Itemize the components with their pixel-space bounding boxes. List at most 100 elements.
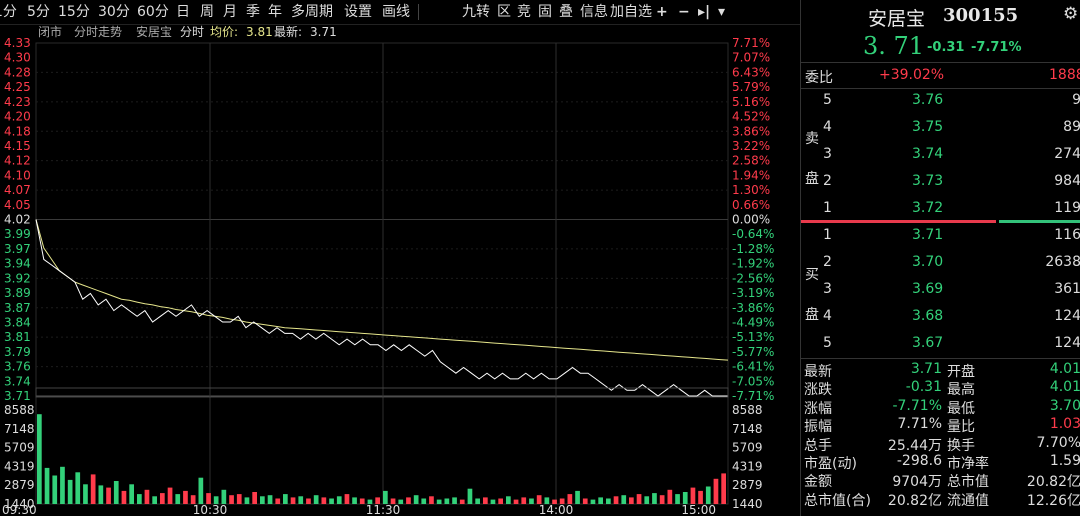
stat-label: 总市值	[947, 474, 989, 491]
price-change-pct: -7.71%	[971, 40, 1022, 55]
volume-bar	[183, 490, 188, 504]
buy-volume: 124	[1054, 335, 1080, 351]
volume-bar	[67, 479, 73, 504]
toolbar-right-item-6[interactable]: 加自选	[610, 0, 652, 24]
pct-tick-label: -5.13%	[732, 330, 774, 344]
volume-bar	[444, 498, 450, 504]
volume-bar	[529, 498, 534, 504]
chart-header-avg_label: 均价:	[210, 25, 238, 39]
volume-bar	[421, 498, 427, 504]
price-tick-label: 4.15	[4, 139, 31, 153]
stat-label: 总手	[804, 437, 832, 454]
buy-price: 3.69	[912, 281, 944, 297]
stat-value: 4.01	[1049, 379, 1080, 396]
volume-bar	[198, 477, 204, 504]
stat-value: 12.26亿	[1026, 492, 1080, 509]
stat-label: 流通值	[947, 492, 989, 509]
volume-bar	[483, 497, 488, 504]
volume-bar	[582, 498, 588, 504]
toolbar-item-4[interactable]: 60分	[137, 0, 169, 24]
toolbar-right-item-1[interactable]: 区	[497, 0, 511, 24]
pct-tick-label: -0.64%	[732, 227, 774, 241]
toolbar-right-item-2[interactable]: 竞	[517, 0, 531, 24]
volume-bar	[275, 498, 281, 504]
price-tick-label: 3.94	[4, 257, 31, 271]
buy-price: 3.67	[912, 335, 944, 351]
toolbar-item-12[interactable]: 画线	[382, 0, 410, 24]
volume-bar	[721, 473, 726, 504]
volume-bar	[336, 496, 342, 504]
volume-bar	[659, 495, 665, 504]
toolbar-item-3[interactable]: 30分	[98, 0, 130, 24]
volume-bar	[344, 494, 350, 504]
toolbar-right-item-4[interactable]: 叠	[559, 0, 573, 24]
volume-bar	[60, 466, 65, 504]
volume-bar	[206, 493, 211, 504]
toolbar-right-item-3[interactable]: 固	[538, 0, 552, 24]
toolbar-right-item-0[interactable]: 九转	[462, 0, 490, 24]
volume-bar	[236, 494, 242, 504]
volume-bar	[290, 497, 296, 504]
volume-bar	[90, 474, 96, 504]
price-tick-label: 4.02	[4, 213, 31, 227]
intraday-chart[interactable]: 闭市 分时走势 安居宝 分时 均价: 3.81 最新: 3.714.33 7.71%4.30 7.…	[0, 24, 800, 516]
last-price: 3. 71	[863, 32, 925, 60]
pct-tick-label: -4.49%	[732, 315, 774, 329]
weibi-value: 1888	[1049, 67, 1080, 83]
volume-bar	[52, 475, 58, 504]
stat-value: -298.6	[896, 453, 942, 469]
volume-bar	[383, 490, 388, 504]
toolbar-item-6[interactable]: 周	[200, 0, 214, 24]
chart-header-series1: 分时	[180, 25, 204, 39]
volume-bar	[244, 497, 250, 504]
stat-value: 7.71%	[897, 416, 942, 433]
stat-label: 最新	[804, 364, 832, 380]
price-tick-label: 3.74	[4, 374, 31, 388]
chart-header-mode: 分时走势	[74, 25, 122, 39]
volume-bar	[413, 495, 419, 504]
price-tick-label: 4.23	[4, 95, 31, 109]
toolbar-item-11[interactable]: 设置	[344, 0, 372, 24]
volume-tick-label-right: 4319	[732, 459, 763, 473]
toolbar-right-item-8[interactable]: −	[678, 0, 690, 24]
volume-tick-label: 7148	[4, 422, 35, 436]
volume-bar	[705, 486, 711, 504]
stat-value: 1.03	[1049, 416, 1080, 433]
pct-tick-label: 0.66%	[732, 198, 770, 212]
price-tick-label: 3.97	[4, 242, 31, 256]
toolbar-right-item-7[interactable]: +	[656, 0, 668, 24]
price-tick-label: 3.92	[4, 271, 31, 285]
volume-tick-label: 1440	[4, 497, 35, 511]
stat-label: 金额	[804, 474, 832, 491]
price-tick-label: 3.76	[4, 360, 31, 374]
settings-gear-icon[interactable]: ⚙	[1063, 4, 1078, 24]
toolbar-right-item-5[interactable]: 信息	[580, 0, 608, 24]
toolbar-item-0[interactable]: 1分	[0, 0, 17, 24]
toolbar-item-1[interactable]: 5分	[27, 0, 50, 24]
stat-label: 最高	[947, 382, 975, 399]
toolbar-item-7[interactable]: 月	[223, 0, 237, 24]
volume-bar	[298, 496, 304, 504]
pct-tick-label: 5.16%	[732, 95, 770, 109]
chart-header-avg_value: 3.81	[246, 25, 273, 39]
toolbar-item-8[interactable]: 季	[246, 0, 260, 24]
toolbar-item-10[interactable]: 多周期	[291, 0, 333, 24]
volume-bar	[613, 496, 619, 504]
stat-value: 3.70	[1049, 397, 1080, 414]
toolbar-item-9[interactable]: 年	[268, 0, 282, 24]
pct-tick-label: 4.52%	[732, 110, 770, 124]
toolbar-item-2[interactable]: 15分	[58, 0, 90, 24]
stat-label: 量比	[947, 419, 975, 436]
buy-price: 3.71	[912, 227, 944, 243]
volume-bar	[221, 489, 227, 504]
sell-volume: 274	[1054, 146, 1080, 162]
pct-tick-label: -7.05%	[732, 374, 774, 388]
toolbar-right-item-9[interactable]: ▸|	[698, 0, 710, 24]
pct-tick-label: 1.30%	[732, 183, 770, 197]
divider	[801, 62, 1080, 63]
stat-value: 25.44万	[887, 437, 942, 454]
toolbar-right-item-10[interactable]: ▾	[718, 0, 725, 24]
buy-volume: 116	[1054, 227, 1080, 243]
sell-price: 3.76	[912, 92, 944, 108]
toolbar-item-5[interactable]: 日	[176, 0, 190, 24]
